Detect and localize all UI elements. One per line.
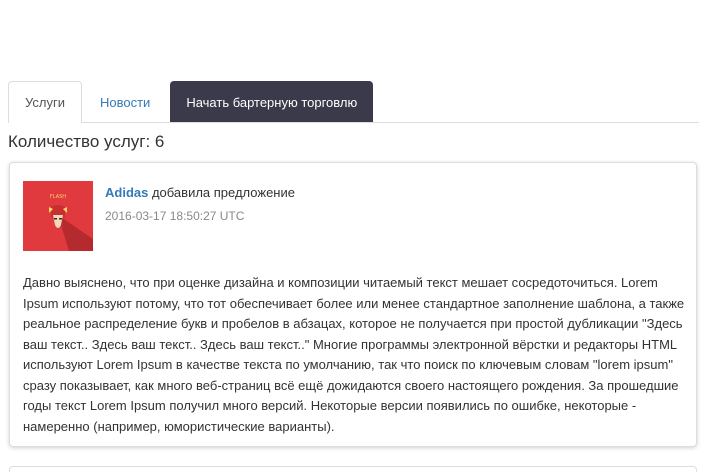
tab-services[interactable]: Услуги	[8, 81, 82, 123]
tab-services-label: Услуги	[25, 95, 65, 110]
flash-hero-icon: FLASH	[49, 194, 93, 251]
offer-timestamp: 2016-03-17 18:50:27 UTC	[105, 209, 245, 223]
tab-news-label: Новости	[99, 94, 151, 110]
next-card-edge	[9, 466, 697, 472]
thumbnail-caption: FLASH	[50, 194, 66, 200]
tab-bar: Услуги Новости Начать бартерную торговлю	[8, 81, 699, 123]
author-link[interactable]: Adidas	[105, 185, 148, 200]
offer-action-text: добавила предложение	[151, 185, 295, 200]
start-barter-label: Начать бартерную торговлю	[186, 94, 358, 110]
page: Услуги Новости Начать бартерную торговлю…	[0, 0, 701, 472]
offer-description: Давно выяснено, что при оценке дизайна и…	[23, 275, 685, 434]
offer-author-line: Adidas добавила предложение	[105, 185, 295, 200]
start-barter-button[interactable]: Начать бартерную торговлю	[170, 81, 374, 122]
offer-thumbnail[interactable]: FLASH	[23, 181, 93, 251]
tab-news[interactable]: Новости	[82, 81, 168, 122]
offer-card: FLASH Adidas добавила предложение 2016-0…	[9, 162, 697, 447]
services-count-title: Количество услуг: 6	[8, 132, 165, 151]
